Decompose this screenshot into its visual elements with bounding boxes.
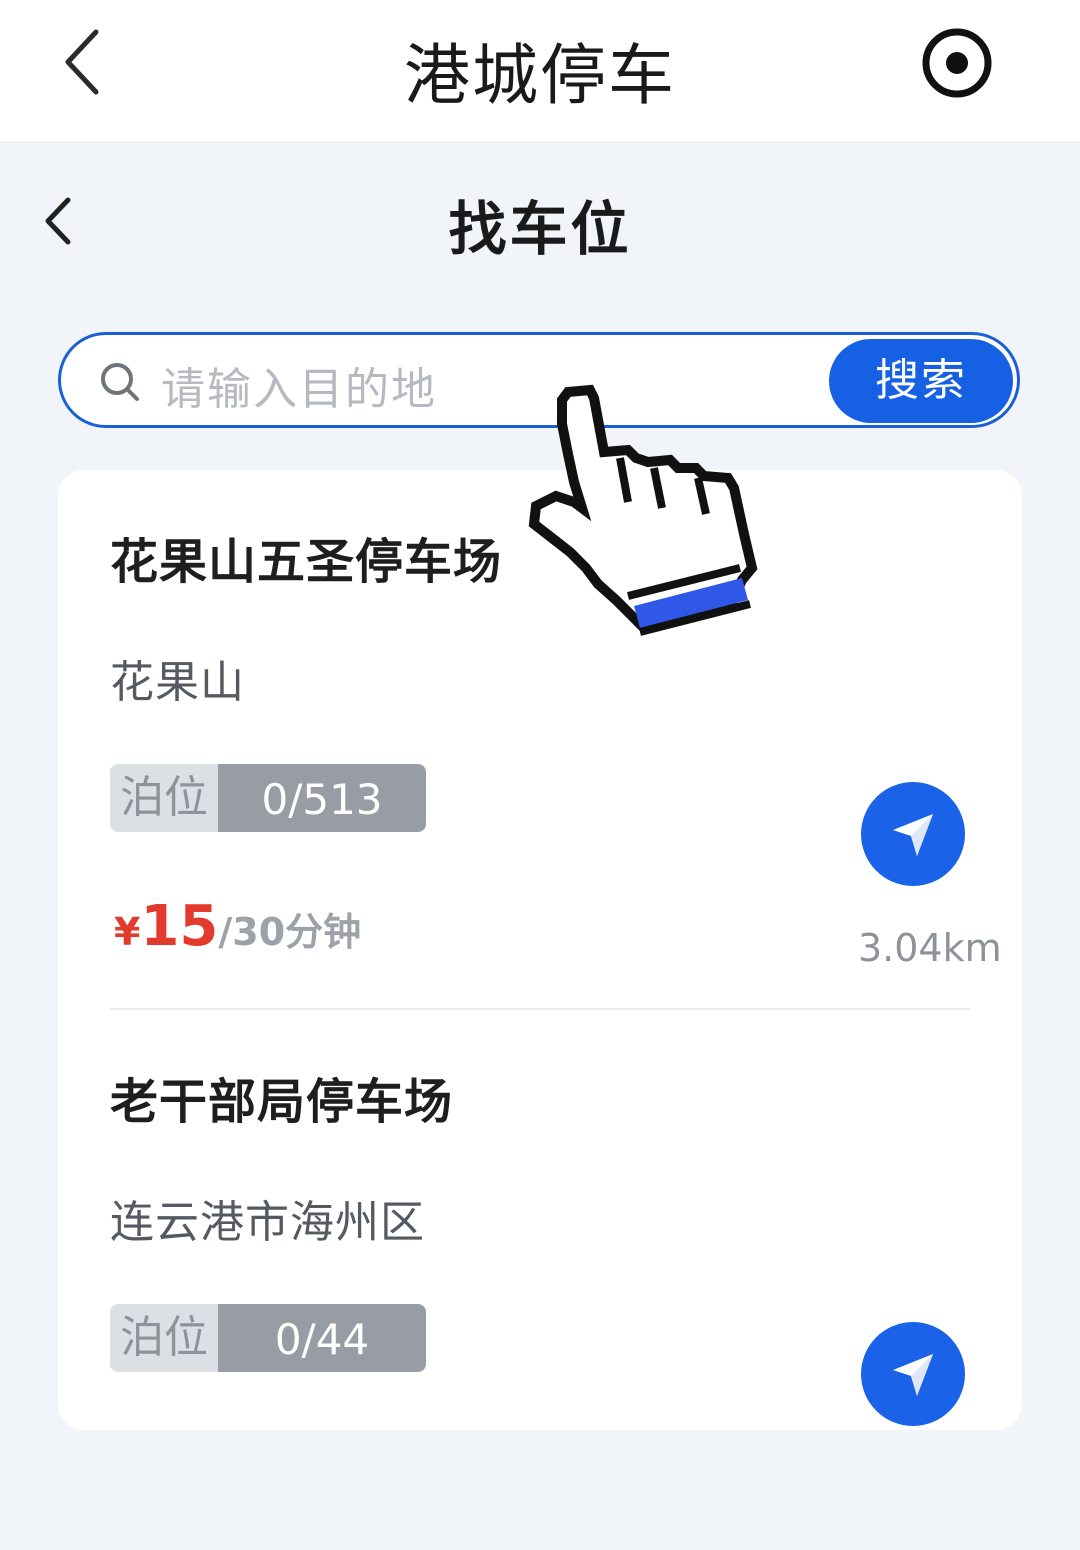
lot-area: 连云港市海州区 — [110, 1197, 425, 1248]
search-button[interactable]: 搜索 — [829, 339, 1013, 423]
distance: 3.04km — [858, 926, 1002, 970]
navigation-arrow-icon — [893, 814, 933, 856]
search-input[interactable]: 请输入目的地 — [161, 353, 437, 417]
navigate-button[interactable] — [861, 1322, 965, 1426]
price-amount: 15 — [140, 894, 219, 959]
search-icon — [101, 363, 139, 401]
spaces-label: 泊位 — [110, 1304, 218, 1372]
page-header: 找车位 — [0, 142, 1080, 302]
lot-area: 花果山 — [110, 657, 245, 708]
target-icon[interactable] — [920, 26, 994, 100]
price-currency: ¥ — [114, 910, 141, 954]
hand-pointer-cursor-icon — [528, 384, 758, 636]
app-header: 港城停车 — [0, 0, 1080, 143]
spaces-badge: 泊位 0/44 — [110, 1304, 426, 1372]
parking-lot-item[interactable]: 老干部局停车场 连云港市海州区 泊位 0/44 — [58, 1010, 1022, 1550]
lot-name: 老干部局停车场 — [110, 1074, 454, 1130]
page-title: 找车位 — [448, 195, 632, 263]
spaces-value: 0/44 — [218, 1304, 426, 1372]
lot-name: 花果山五圣停车场 — [110, 534, 503, 590]
spaces-label: 泊位 — [110, 764, 218, 832]
navigate-button[interactable] — [861, 782, 965, 886]
spaces-badge: 泊位 0/513 — [110, 764, 426, 832]
price-unit: /30分钟 — [218, 910, 362, 954]
spaces-value: 0/513 — [218, 764, 426, 832]
price: ¥15/30分钟 — [114, 894, 361, 964]
navigation-arrow-icon — [893, 1354, 933, 1396]
app-title: 港城停车 — [404, 37, 676, 114]
